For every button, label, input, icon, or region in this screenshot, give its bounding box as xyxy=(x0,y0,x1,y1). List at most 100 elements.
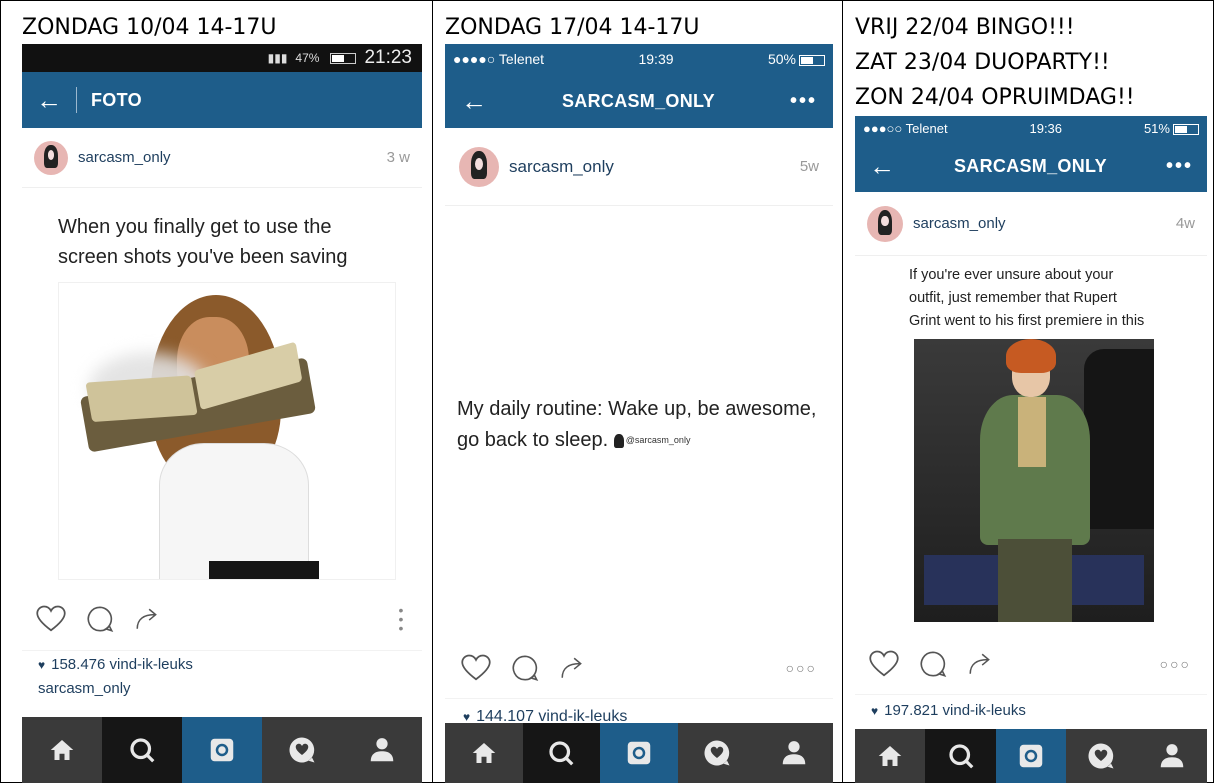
small-heart-icon: ♥ xyxy=(38,657,46,672)
tab-bar xyxy=(855,729,1207,783)
schedule-caption-line-2: ZAT 23/04 DUOPARTY!! xyxy=(855,50,1110,75)
signal-icon: ▮▮▮ xyxy=(267,51,288,65)
activity-icon xyxy=(1088,743,1114,769)
battery-percent: 51% xyxy=(1143,120,1170,136)
column-2: ZONDAG 17/04 14-17U ●●●●○ Telenet 19:39 … xyxy=(432,0,842,783)
tab-camera[interactable] xyxy=(600,723,678,783)
tab-profile[interactable] xyxy=(755,723,833,783)
search-icon xyxy=(549,741,574,766)
likes-count[interactable]: ♥ 197.821 vind-ik-leuks xyxy=(855,694,1207,726)
tab-bar xyxy=(445,723,833,783)
share-icon[interactable] xyxy=(559,655,585,681)
app-header: ← FOTO xyxy=(22,72,422,128)
tab-search[interactable] xyxy=(102,717,182,783)
camera-icon xyxy=(210,738,234,762)
small-heart-icon: ♥ xyxy=(871,703,879,718)
tab-home[interactable] xyxy=(445,723,523,783)
likes-text: 197.821 vind-ik-leuks xyxy=(884,702,1026,719)
watermark-face-icon xyxy=(613,433,624,448)
battery-icon xyxy=(330,52,357,64)
post-image[interactable]: My daily routine: Wake up, be awesome, g… xyxy=(445,206,833,638)
phone-screenshot-1: ▮▮▮ 47% 21:23 ← FOTO sarcasm_only 3 w Wh… xyxy=(22,44,422,783)
page-title: SARCASM_ONLY xyxy=(562,90,715,111)
post-header: sarcasm_only 4w xyxy=(855,192,1207,256)
more-options-icon[interactable]: ••• xyxy=(396,603,406,635)
profile-icon xyxy=(1160,744,1184,768)
avatar[interactable] xyxy=(867,205,903,242)
arrow-left-icon[interactable]: ← xyxy=(869,153,895,179)
camera-icon xyxy=(1019,744,1043,768)
tab-home[interactable] xyxy=(855,729,925,783)
tab-bar xyxy=(22,717,422,783)
post-image[interactable]: When you finally get to use the screen s… xyxy=(22,188,422,588)
column-3: VRIJ 22/04 BINGO!!! ZAT 23/04 DUOPARTY!!… xyxy=(842,0,1214,783)
tab-activity[interactable] xyxy=(678,723,756,783)
home-icon xyxy=(50,740,74,760)
share-icon[interactable] xyxy=(967,651,993,677)
post-image[interactable]: If you're ever unsure about your outfit,… xyxy=(855,256,1207,634)
status-bar: ▮▮▮ 47% 21:23 xyxy=(22,44,422,72)
tab-profile[interactable] xyxy=(342,717,422,783)
likes-count[interactable]: ♥ 158.476 vind-ik-leuks xyxy=(22,650,422,678)
post-username[interactable]: sarcasm_only xyxy=(78,149,387,166)
arrow-left-icon[interactable]: ← xyxy=(36,87,62,113)
arrow-left-icon[interactable]: ← xyxy=(461,88,487,114)
heart-icon[interactable] xyxy=(36,605,66,633)
tab-camera[interactable] xyxy=(995,729,1067,783)
profile-icon xyxy=(782,741,806,765)
post-actions: • • • xyxy=(22,588,422,650)
phone-screenshot-3: ●●●○○ Telenet 19:36 51% ← SARCASM_ONLY •… xyxy=(855,116,1207,783)
clock: 19:36 xyxy=(1029,120,1063,136)
comment-icon[interactable] xyxy=(919,650,947,678)
heart-icon[interactable] xyxy=(869,650,899,678)
share-icon[interactable] xyxy=(134,606,160,632)
small-heart-icon: ♥ xyxy=(463,709,471,724)
avatar[interactable] xyxy=(459,146,499,187)
activity-icon xyxy=(704,740,730,766)
more-options-icon[interactable]: ○○○ xyxy=(786,660,817,676)
more-options-icon[interactable]: ••• xyxy=(1166,155,1193,178)
post-username[interactable]: sarcasm_only xyxy=(913,215,1176,232)
meme-text: If you're ever unsure about your outfit,… xyxy=(909,267,1145,329)
caption-username[interactable]: sarcasm_only xyxy=(22,678,422,704)
heart-icon[interactable] xyxy=(461,654,491,682)
carrier: ●●●●○ Telenet xyxy=(453,51,545,67)
tab-search[interactable] xyxy=(925,729,996,783)
tab-camera[interactable] xyxy=(182,717,262,783)
post-username[interactable]: sarcasm_only xyxy=(509,157,800,177)
home-icon xyxy=(878,746,902,766)
search-icon xyxy=(130,738,155,763)
more-options-icon[interactable]: ••• xyxy=(790,90,817,113)
rupert-photo xyxy=(914,339,1154,622)
meme-text: My daily routine: Wake up, be awesome, g… xyxy=(457,394,817,456)
page-title: FOTO xyxy=(91,89,142,110)
tab-profile[interactable] xyxy=(1137,729,1207,783)
tab-search[interactable] xyxy=(522,723,601,783)
schedule-caption: ZONDAG 17/04 14-17U xyxy=(445,15,700,40)
schedule-caption-line-1: VRIJ 22/04 BINGO!!! xyxy=(855,15,1075,40)
schedule-caption-line-3: ZON 24/04 OPRUIMDAG!! xyxy=(855,85,1135,110)
comment-icon[interactable] xyxy=(511,654,539,682)
activity-icon xyxy=(289,737,315,763)
post-header: sarcasm_only 3 w xyxy=(22,128,422,188)
meme-text: When you finally get to use the screen s… xyxy=(58,216,348,268)
camera-icon xyxy=(627,741,651,765)
tab-activity[interactable] xyxy=(1066,729,1136,783)
clock: 19:39 xyxy=(638,51,674,67)
status-bar: ●●●○○ Telenet 19:36 51% xyxy=(855,116,1207,140)
avatar[interactable] xyxy=(34,140,68,175)
search-icon xyxy=(948,744,974,769)
schedule-caption: ZONDAG 10/04 14-17U xyxy=(22,15,277,40)
app-header: ← SARCASM_ONLY ••• xyxy=(855,140,1207,192)
comment-icon[interactable] xyxy=(86,605,114,633)
more-options-icon[interactable]: ○○○ xyxy=(1160,656,1191,672)
column-1: ZONDAG 10/04 14-17U ▮▮▮ 47% 21:23 ← FOTO… xyxy=(0,0,432,783)
post-age: 5w xyxy=(799,158,819,175)
beyonce-photo xyxy=(58,282,396,580)
battery-icon xyxy=(1172,123,1199,135)
tab-activity[interactable] xyxy=(262,717,342,783)
battery-percent: 50% xyxy=(767,51,796,67)
header-divider xyxy=(76,87,77,113)
tab-home[interactable] xyxy=(22,717,102,783)
app-header: ← SARCASM_ONLY ••• xyxy=(445,74,833,128)
